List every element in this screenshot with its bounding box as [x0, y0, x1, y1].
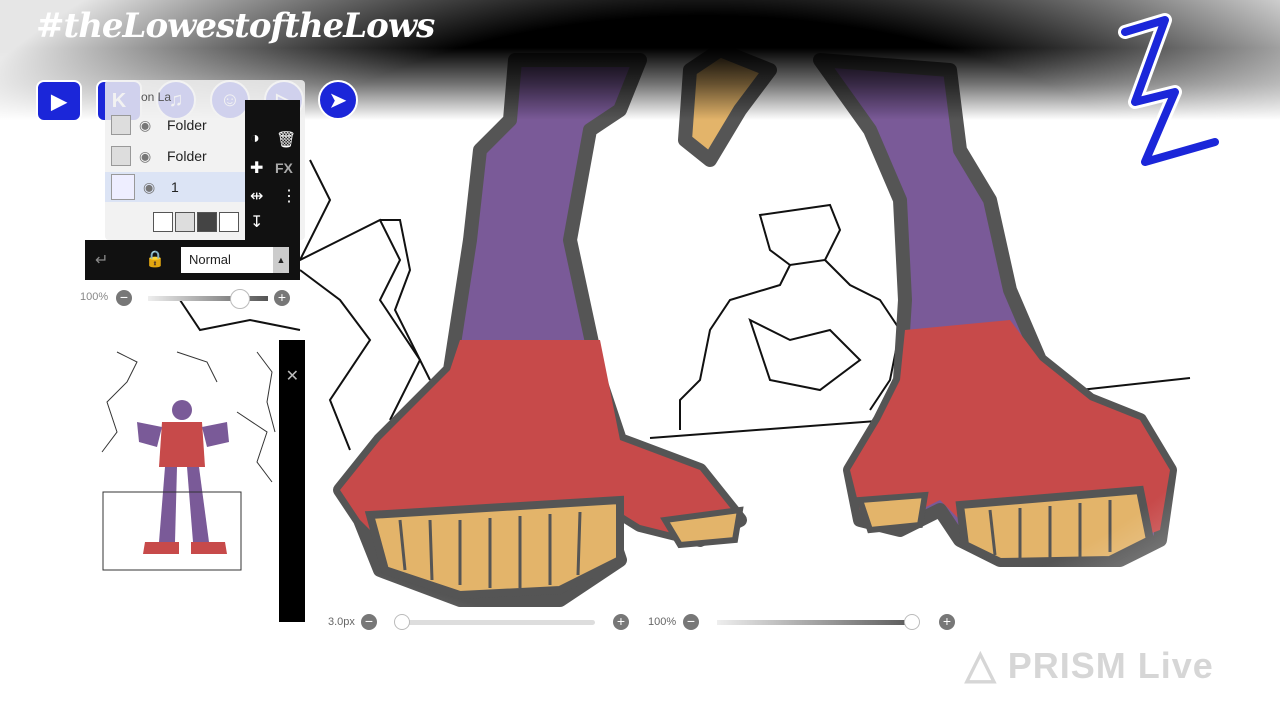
move-icon[interactable]: ✚	[250, 158, 263, 178]
watermark-text: PRISM Live	[1007, 645, 1214, 686]
increase-size-button[interactable]: +	[613, 614, 629, 630]
eye-icon[interactable]: ◉	[143, 179, 163, 196]
layer-name: 1	[171, 179, 179, 195]
merge-icon[interactable]: ↧	[250, 212, 263, 232]
folder-icon	[111, 146, 131, 166]
brand-logo	[1118, 13, 1220, 169]
hashtag-title: #theLowestoftheLows	[36, 6, 435, 46]
slider-knob[interactable]	[230, 289, 251, 309]
reference-thumbnail	[101, 351, 276, 571]
lock-icon[interactable]: 🔒	[145, 249, 165, 269]
layer-background-swatches	[153, 212, 239, 232]
blend-mode-select[interactable]: Normal ▲	[181, 247, 289, 273]
slider-knob[interactable]	[904, 614, 920, 630]
eye-icon[interactable]: ◉	[139, 117, 159, 134]
chevron-down-icon: ▲	[273, 247, 289, 273]
increase-opacity-button[interactable]: +	[274, 290, 290, 306]
reference-preview: ✕	[95, 340, 305, 622]
clip-icon[interactable]: ↵	[95, 250, 108, 270]
blend-mode-bar: ↵ 🔒 Normal ▲	[85, 240, 300, 280]
layer-row-1[interactable]: ◉ 1	[105, 172, 245, 202]
decrease-brush-opacity-button[interactable]: −	[683, 614, 699, 630]
brush-opacity-value: 100%	[648, 616, 677, 628]
decrease-size-button[interactable]: −	[361, 614, 377, 630]
layer-row-folder-2[interactable]: ◉ Folder	[105, 141, 245, 171]
folder-icon	[111, 115, 131, 135]
layer-tools-column: ◑ 🗑 ✚ FX ⇹ ⋮ ↧	[245, 100, 300, 240]
prism-live-watermark: △ PRISM Live	[965, 642, 1214, 688]
prism-logo-icon: △	[965, 643, 997, 687]
layer-thumbnail	[111, 174, 135, 200]
youtube-icon: ▶	[36, 80, 82, 122]
slider-knob[interactable]	[394, 614, 410, 630]
eye-icon[interactable]: ◉	[139, 148, 159, 165]
sketch-figure-center	[649, 203, 902, 439]
layer-opacity-value: 100%	[80, 291, 109, 303]
mask-icon[interactable]: ◑	[250, 130, 260, 148]
increase-brush-opacity-button[interactable]: +	[939, 614, 955, 630]
brush-opacity-slider[interactable]	[717, 620, 917, 625]
none-swatch[interactable]	[219, 212, 239, 232]
blend-mode-value: Normal	[189, 252, 231, 267]
decrease-opacity-button[interactable]: −	[116, 290, 132, 306]
layer-name: Folder	[167, 117, 207, 133]
layer-row-folder-1[interactable]: ◉ Folder	[105, 110, 245, 140]
flip-icon[interactable]: ⇹	[250, 186, 263, 206]
telegram-icon: ➤	[318, 80, 358, 120]
brush-size-slider[interactable]	[395, 620, 595, 625]
layer-name: Folder	[167, 148, 207, 164]
trash-icon[interactable]: 🗑	[276, 130, 296, 150]
close-icon[interactable]: ✕	[286, 366, 299, 386]
character-leg-left	[333, 43, 777, 607]
transparent-swatch[interactable]	[175, 212, 195, 232]
layer-opacity-row: 100% − +	[80, 284, 300, 312]
brush-size-value: 3.0px	[328, 616, 355, 628]
white-swatch[interactable]	[153, 212, 173, 232]
fx-button[interactable]: FX	[275, 160, 293, 176]
checker-swatch[interactable]	[197, 212, 217, 232]
brush-controls: 3.0px − + 100% − +	[325, 610, 965, 634]
more-icon[interactable]: ⋮	[281, 186, 297, 206]
